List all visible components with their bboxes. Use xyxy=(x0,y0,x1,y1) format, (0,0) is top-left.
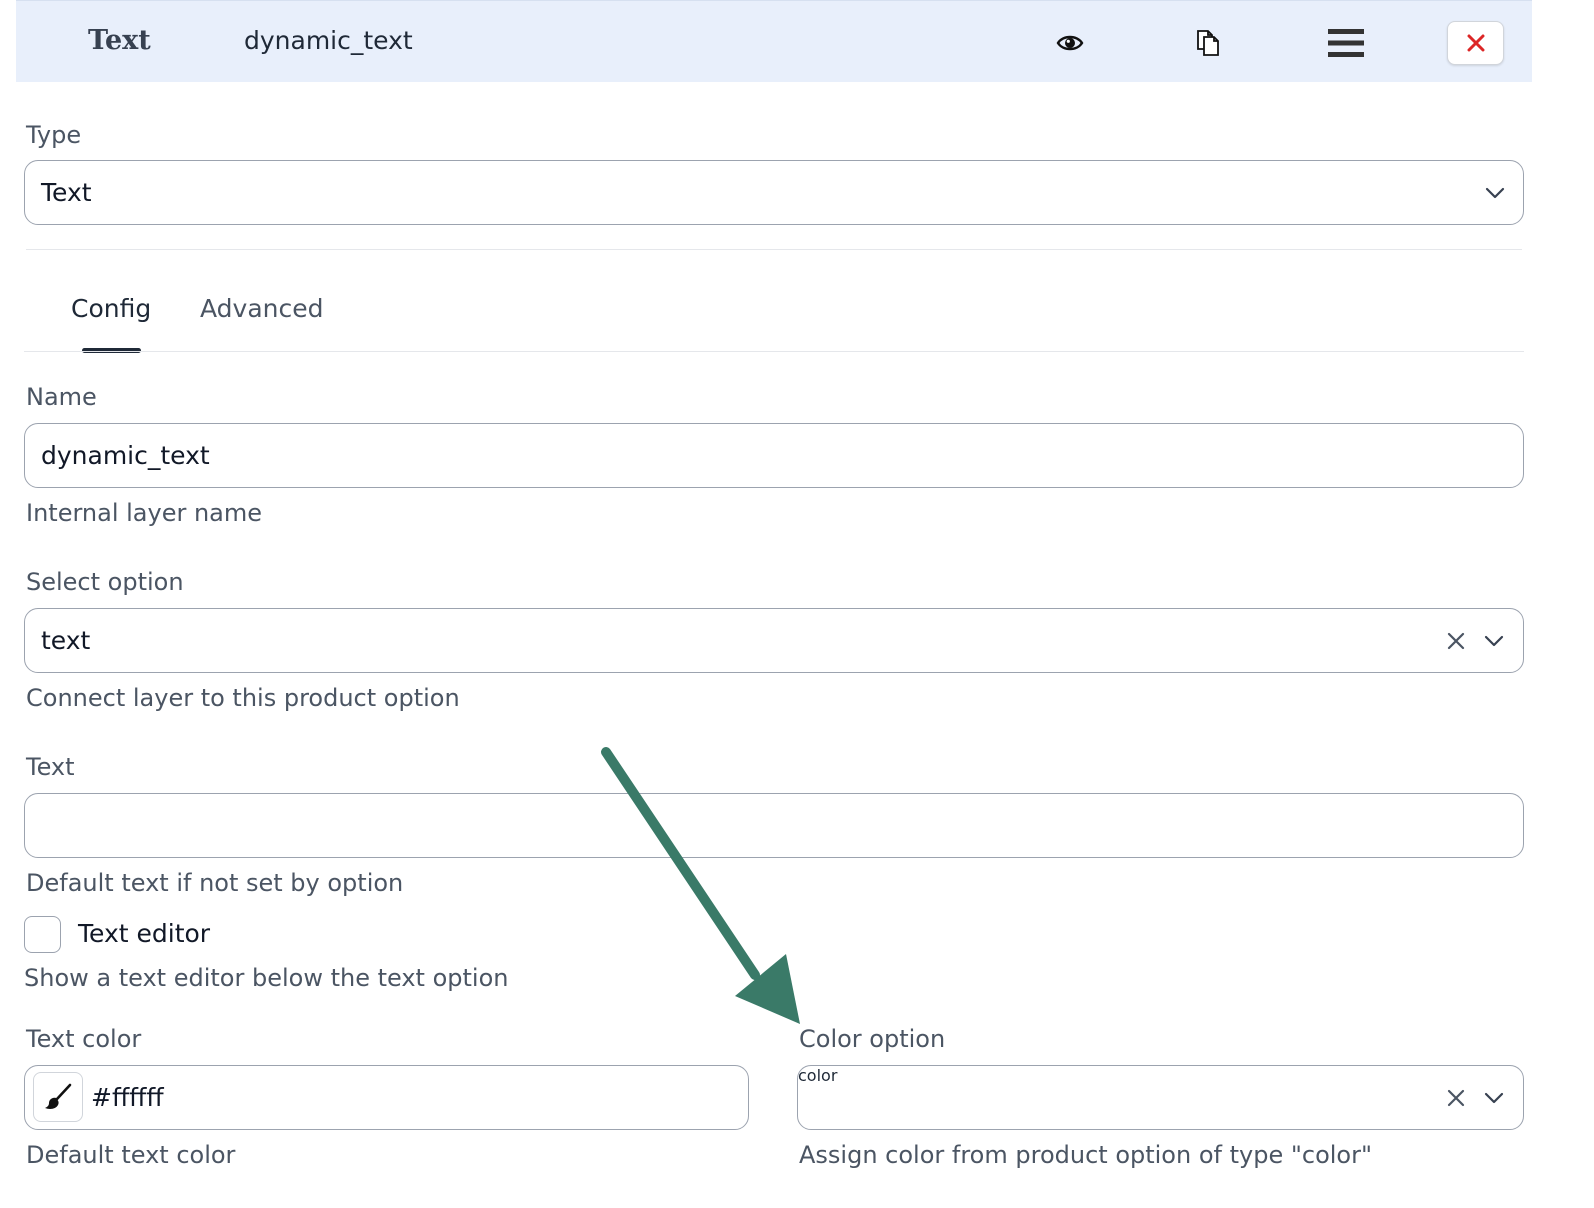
name-label: Name xyxy=(26,383,97,411)
type-select-value: Text xyxy=(41,178,92,207)
remove-layer-button[interactable] xyxy=(1447,21,1504,65)
color-picker-button[interactable] xyxy=(33,1072,83,1122)
text-label: Text xyxy=(26,753,75,781)
visibility-toggle-button[interactable] xyxy=(1050,23,1090,63)
chevron-down-icon xyxy=(1485,187,1505,199)
annotation-arrow xyxy=(601,747,800,1024)
text-hint: Default text if not set by option xyxy=(26,869,404,897)
type-select[interactable]: Text xyxy=(24,160,1524,225)
color-option-label: Color option xyxy=(799,1025,946,1053)
text-editor-checkbox[interactable] xyxy=(24,916,61,953)
chevron-down-icon xyxy=(1484,635,1504,647)
name-hint: Internal layer name xyxy=(26,499,263,527)
select-option-hint: Connect layer to this product option xyxy=(26,684,460,712)
chevron-down-icon xyxy=(1484,1092,1504,1104)
type-label: Type xyxy=(26,121,82,149)
duplicate-layer-button[interactable] xyxy=(1188,23,1228,63)
layer-header: Text dynamic_text xyxy=(16,0,1532,82)
name-input-value: dynamic_text xyxy=(41,441,210,470)
clear-icon[interactable] xyxy=(1444,629,1468,653)
section-divider xyxy=(26,249,1522,250)
name-input[interactable]: dynamic_text xyxy=(24,423,1524,488)
copy-icon xyxy=(1197,30,1219,56)
drag-handle-button[interactable] xyxy=(1326,23,1366,63)
text-color-label: Text color xyxy=(26,1025,142,1053)
color-option-select[interactable]: color xyxy=(797,1065,1524,1130)
select-option-label: Select option xyxy=(26,568,184,596)
clear-icon[interactable] xyxy=(1444,1086,1468,1110)
paintbrush-icon xyxy=(45,1083,72,1109)
color-option-value: color xyxy=(798,1066,838,1085)
text-color-hint: Default text color xyxy=(26,1141,236,1169)
text-color-value: #ffffff xyxy=(91,1083,164,1112)
layer-name-label: dynamic_text xyxy=(244,26,413,55)
close-icon xyxy=(1467,34,1484,52)
menu-icon xyxy=(1328,29,1364,57)
text-editor-label[interactable]: Text editor xyxy=(78,919,210,948)
select-option-select[interactable]: text xyxy=(24,608,1524,673)
text-color-input[interactable]: #ffffff xyxy=(24,1065,749,1130)
tabs-divider xyxy=(24,351,1524,352)
layer-type-label: Text xyxy=(88,25,151,56)
tab-advanced[interactable]: Advanced xyxy=(200,294,324,323)
text-input[interactable] xyxy=(24,793,1524,858)
text-editor-hint: Show a text editor below the text option xyxy=(24,964,509,992)
color-option-hint: Assign color from product option of type… xyxy=(799,1141,1373,1169)
select-option-value: text xyxy=(41,626,91,655)
tab-config[interactable]: Config xyxy=(71,294,151,323)
eye-icon xyxy=(1056,35,1084,51)
